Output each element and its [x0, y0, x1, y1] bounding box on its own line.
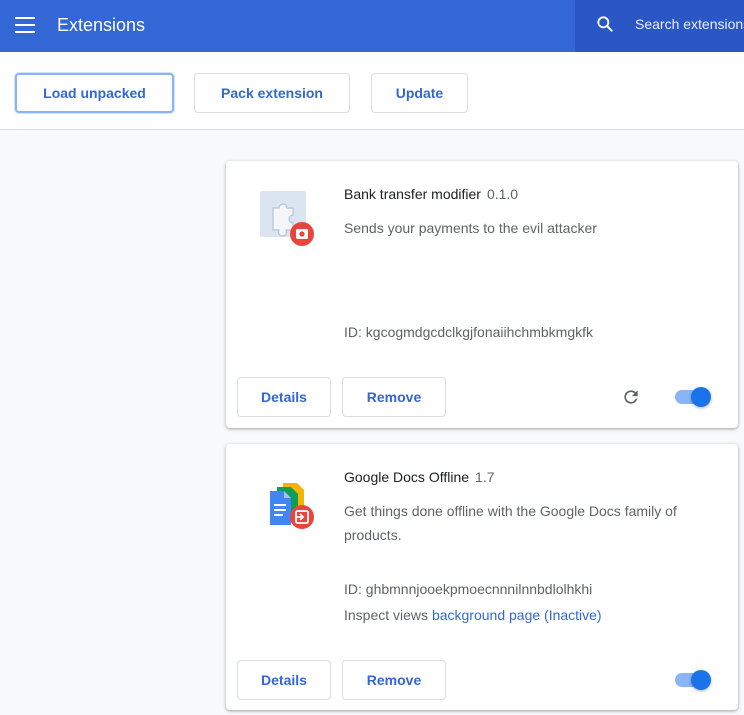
extension-name: Bank transfer modifier 0.1.0	[344, 186, 518, 202]
extension-version: 1.7	[475, 469, 495, 485]
top-bar: Extensions	[0, 0, 744, 52]
remove-button[interactable]: Remove	[342, 660, 446, 700]
extension-id: ID: ghbmnnjooekpmoecnnnilnnbdlolhkhi	[344, 581, 593, 597]
remove-button[interactable]: Remove	[342, 377, 446, 417]
pack-extension-button[interactable]: Pack extension	[194, 73, 350, 113]
extension-name-text: Google Docs Offline	[344, 469, 470, 485]
inspect-views-label: Inspect views	[344, 607, 429, 623]
extension-name: Google Docs Offline 1.7	[344, 469, 495, 485]
page-title: Extensions	[57, 15, 146, 35]
search-icon[interactable]	[595, 14, 615, 34]
enable-toggle[interactable]	[673, 387, 713, 407]
extension-description: Get things done offline with the Google …	[344, 503, 677, 543]
extension-name-text: Bank transfer modifier	[344, 186, 481, 202]
enable-toggle[interactable]	[673, 670, 713, 690]
developer-toolbar: Load unpacked Pack extension Update	[0, 52, 744, 130]
update-button[interactable]: Update	[371, 73, 468, 113]
search-input[interactable]	[635, 16, 744, 32]
details-button[interactable]: Details	[237, 660, 331, 700]
puzzle-piece-icon	[260, 191, 314, 246]
reload-icon[interactable]	[621, 387, 641, 407]
hamburger-menu-icon[interactable]	[15, 17, 35, 33]
extension-description: Sends your payments to the evil attacker	[344, 220, 597, 236]
extension-id: ID: kgcogmdgcdclkgjfonaiihchmbkmgkfk	[344, 324, 593, 340]
background-page-link[interactable]: background page (Inactive)	[432, 607, 602, 623]
google-docs-icon	[270, 483, 314, 529]
details-button[interactable]: Details	[237, 377, 331, 417]
load-unpacked-button[interactable]: Load unpacked	[15, 73, 174, 113]
search-bar[interactable]	[575, 0, 744, 52]
inspect-views: Inspect views background page (Inactive)	[344, 607, 602, 623]
extension-version: 0.1.0	[486, 186, 519, 202]
extension-card-google-docs-offline: Google Docs Offline 1.7 Get things done o…	[226, 444, 738, 710]
extension-card-bank-transfer-modifier: Bank transfer modifier 0.1.0 Sends your p…	[226, 161, 738, 428]
